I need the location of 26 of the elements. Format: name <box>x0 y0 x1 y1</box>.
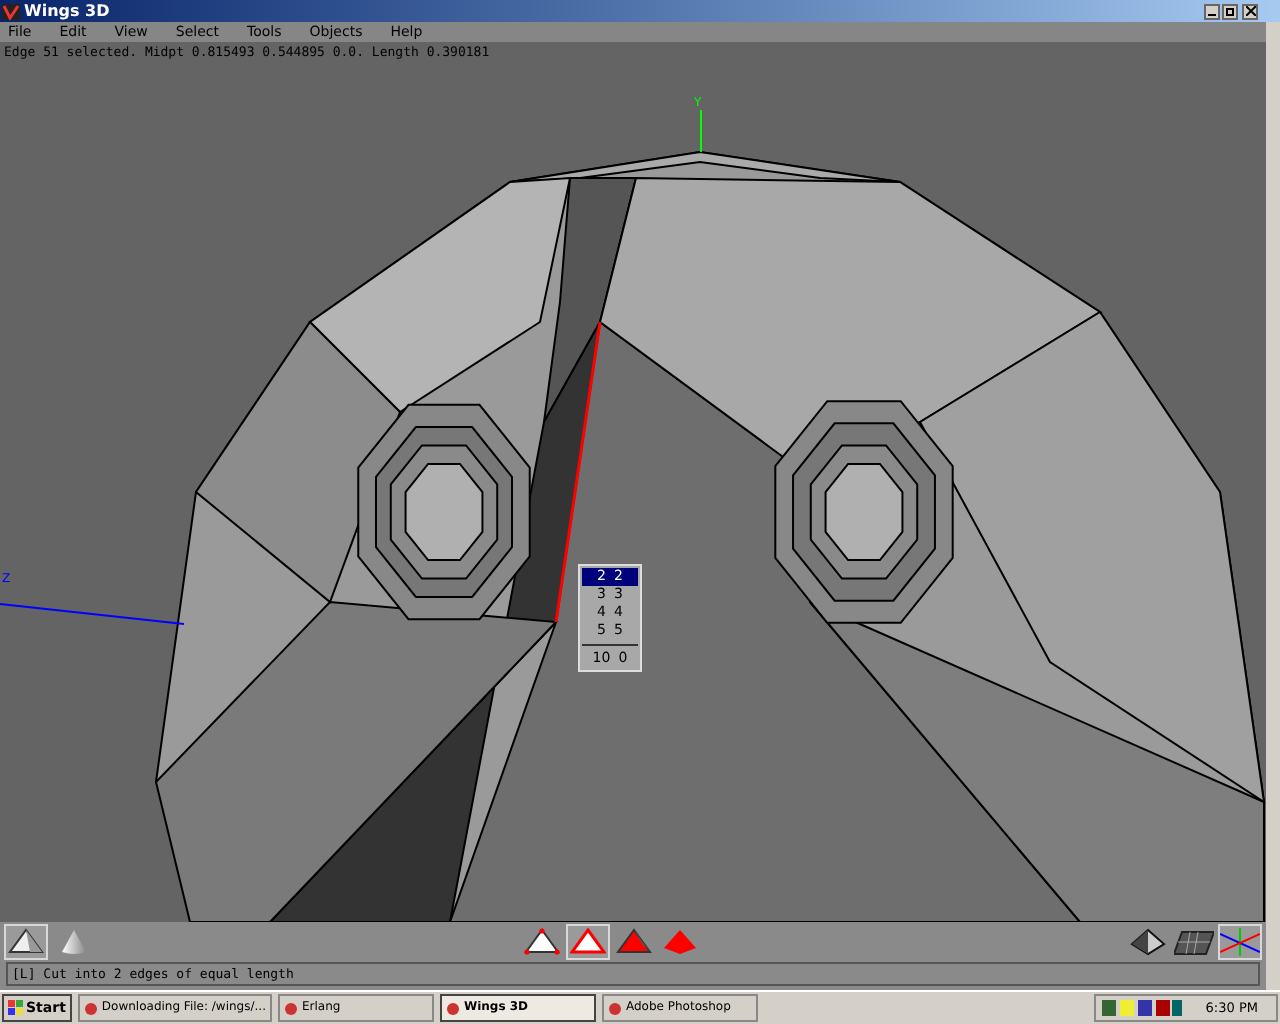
axes-mode-button[interactable] <box>1218 924 1262 960</box>
pyramid-edge-icon <box>570 928 606 956</box>
smooth-mode-button[interactable] <box>4 924 48 960</box>
tray-icons-drawing <box>1101 1000 1182 1016</box>
close-button[interactable] <box>1242 3 1258 19</box>
grid-icon <box>1174 928 1214 956</box>
vertex-mode-button[interactable] <box>520 924 564 960</box>
wire-pyramid-icon <box>1130 928 1166 956</box>
app-icon <box>607 1001 622 1015</box>
edge-mode-button[interactable] <box>566 924 610 960</box>
windows-logo-icon <box>8 1000 24 1016</box>
close-icon <box>1245 6 1255 16</box>
app-icon <box>283 1001 298 1015</box>
pyramid-face-icon <box>616 928 652 956</box>
pyramid-body-icon <box>662 928 698 956</box>
axes-icon <box>1220 928 1260 956</box>
minimize-button[interactable] <box>1204 3 1220 19</box>
app-icon <box>445 1001 460 1015</box>
wire-mode-button[interactable] <box>1126 924 1170 960</box>
restore-button[interactable] <box>1222 3 1238 19</box>
window-title: Wings 3D <box>24 3 110 19</box>
y-axis-line <box>698 110 704 152</box>
app-icon <box>83 1001 98 1015</box>
pyramid-icon <box>8 928 44 956</box>
pyramid-vertex-icon <box>524 928 560 956</box>
app-logo-icon <box>2 3 20 19</box>
